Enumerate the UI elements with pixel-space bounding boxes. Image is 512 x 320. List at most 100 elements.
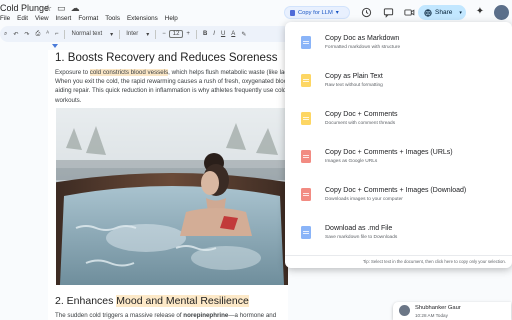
copy-for-llm-button[interactable]: Copy for LLM ▾ [284,6,350,19]
spellcheck-icon[interactable]: ᴬ [46,31,49,37]
ruler[interactable] [0,42,290,50]
menu-file[interactable]: File [0,15,10,22]
undo-icon[interactable]: ↶ [13,31,18,38]
menu-item-subtitle: Raw text without formatting [325,83,383,88]
menu-item-download-md[interactable]: Download as .md File Save markdown file … [285,214,512,252]
menu-format[interactable]: Format [78,15,98,22]
chevron-down-icon[interactable]: ▾ [459,10,462,16]
menu-item-title: Copy Doc as Markdown [325,35,400,42]
print-icon[interactable]: ⎙ [35,31,40,38]
document-icon [290,9,295,16]
comment-time: 10:28 AM Today [415,313,448,318]
share-label: Share [435,9,453,16]
paragraph-2-bold: norepinephrine [183,312,229,319]
star-icon[interactable]: ☆ [44,3,52,14]
document-page[interactable]: 1. Boosts Recovery and Reduces Soreness … [48,50,288,320]
file-icon [301,188,311,201]
paragraph-2: The sudden cold triggers a massive relea… [55,312,276,319]
history-icon[interactable] [360,6,372,18]
menu-item-title: Download as .md File [325,225,393,232]
menu-item-subtitle: Save markdown file to Downloads [325,235,398,240]
toolbar-divider [119,29,121,39]
heading-2-highlight: Mood and Mental Resilience [116,295,249,307]
commenter-name: Shubhanker Gaur [415,305,461,311]
toolbar-divider [195,29,197,39]
menu-tip: Tip: Select text in the document, then c… [285,255,512,268]
indent-marker[interactable] [52,44,58,48]
paint-format-icon[interactable]: ⌐ [55,31,59,37]
title-icons: ☆ ▭ ☁ [44,3,80,14]
toolbar-divider [64,29,66,39]
menu-item-subtitle: Images as Google URLs [325,159,378,164]
heading-2: 2. Enhances Mood and Mental Resilience [55,295,249,307]
italic-icon[interactable]: I [213,31,215,37]
share-button[interactable]: Share ▾ [418,5,466,20]
menu-item-title: Copy Doc + Comments [325,111,398,118]
font-select-value: Inter [126,31,139,37]
top-icons [360,6,416,18]
gemini-sparkle-icon[interactable]: ✦ [474,6,486,18]
hot-tub-photo[interactable] [56,108,288,285]
file-icon [301,226,311,239]
copy-for-llm-menu: Copy Doc as Markdown Formatted markdown … [285,22,512,268]
chevron-down-icon: ▾ [335,9,339,16]
move-folder-icon[interactable]: ▭ [57,3,66,14]
formatting-toolbar: ⌕ ↶ ↷ ⎙ ᴬ ⌐ Normal text ▾ Inter ▾ − 12 +… [0,26,290,42]
menu-item-subtitle: Document with comment threads [325,121,396,126]
menu-item-title: Copy as Plain Text [325,73,383,80]
text-color-icon[interactable]: A [231,31,235,37]
style-select[interactable]: Normal text ▾ [71,31,113,38]
menu-bar: File Edit View Insert Format Tools Exten… [0,15,178,22]
commenter-avatar [399,305,410,316]
meet-video-icon[interactable] [404,6,416,18]
highlight-pen-icon[interactable]: ✎ [241,31,246,38]
font-select[interactable]: Inter ▾ [126,31,149,38]
paragraph-2-rest: —a hormone and [228,312,277,319]
paragraph-1-start: Exposure to [55,69,90,76]
decrease-font-size-button[interactable]: − [162,31,166,37]
menu-view[interactable]: View [35,15,49,22]
menu-item-title: Copy Doc + Comments + Images (URLs) [325,149,453,156]
menu-item-copy-images-urls[interactable]: Copy Doc + Comments + Images (URLs) Imag… [285,138,512,176]
redo-icon[interactable]: ↷ [24,31,29,38]
top-bar: Cold Plunge ☆ ▭ ☁ File Edit View Insert … [0,0,512,24]
copy-for-llm-label: Copy for LLM [298,9,333,16]
style-select-value: Normal text [71,31,103,37]
menu-extensions[interactable]: Extensions [127,15,158,22]
file-icon [301,74,311,87]
menu-item-subtitle: Downloads images to your computer [325,197,403,202]
paragraph-1: Exposure to cold constricts blood vessel… [55,68,288,105]
account-avatar[interactable] [494,5,509,20]
document-title[interactable]: Cold Plunge [0,3,49,13]
menu-item-copy-plain-text[interactable]: Copy as Plain Text Raw text without form… [285,62,512,100]
toolbar-divider [155,29,157,39]
comments-icon[interactable] [382,6,394,18]
globe-icon [424,8,432,17]
font-size-input[interactable]: 12 [168,30,184,38]
menu-item-title: Copy Doc + Comments + Images (Download) [325,187,467,194]
menu-edit[interactable]: Edit [17,15,28,22]
cloud-status-icon[interactable]: ☁ [71,3,80,14]
increase-font-size-button[interactable]: + [186,31,190,37]
bold-icon[interactable]: B [203,31,207,37]
chevron-down-icon: ▾ [110,31,114,38]
menu-item-copy-markdown[interactable]: Copy Doc as Markdown Formatted markdown … [285,24,512,62]
file-icon [301,112,311,125]
search-menus-icon[interactable]: ⌕ [4,31,7,38]
highlighted-text: cold constricts blood vessels [89,69,169,76]
menu-item-copy-doc-comments[interactable]: Copy Doc + Comments Document with commen… [285,100,512,138]
file-icon [301,150,311,163]
heading-2-start: 2. Enhances [55,295,117,307]
font-size-stepper: − 12 + [162,30,190,38]
menu-item-copy-images-download[interactable]: Copy Doc + Comments + Images (Download) … [285,176,512,214]
chevron-down-icon: ▾ [146,31,150,38]
paragraph-2-start: The sudden cold triggers a massive relea… [55,312,184,319]
file-icon [301,36,311,49]
menu-item-subtitle: Formatted markdown with structure [325,45,401,50]
underline-icon[interactable]: U [221,31,225,37]
menu-tools[interactable]: Tools [105,15,120,22]
heading-1: 1. Boosts Recovery and Reduces Soreness [55,52,278,64]
comment-card[interactable]: Shubhanker Gaur 10:28 AM Today [393,302,511,320]
menu-help[interactable]: Help [165,15,178,22]
menu-insert[interactable]: Insert [56,15,72,22]
